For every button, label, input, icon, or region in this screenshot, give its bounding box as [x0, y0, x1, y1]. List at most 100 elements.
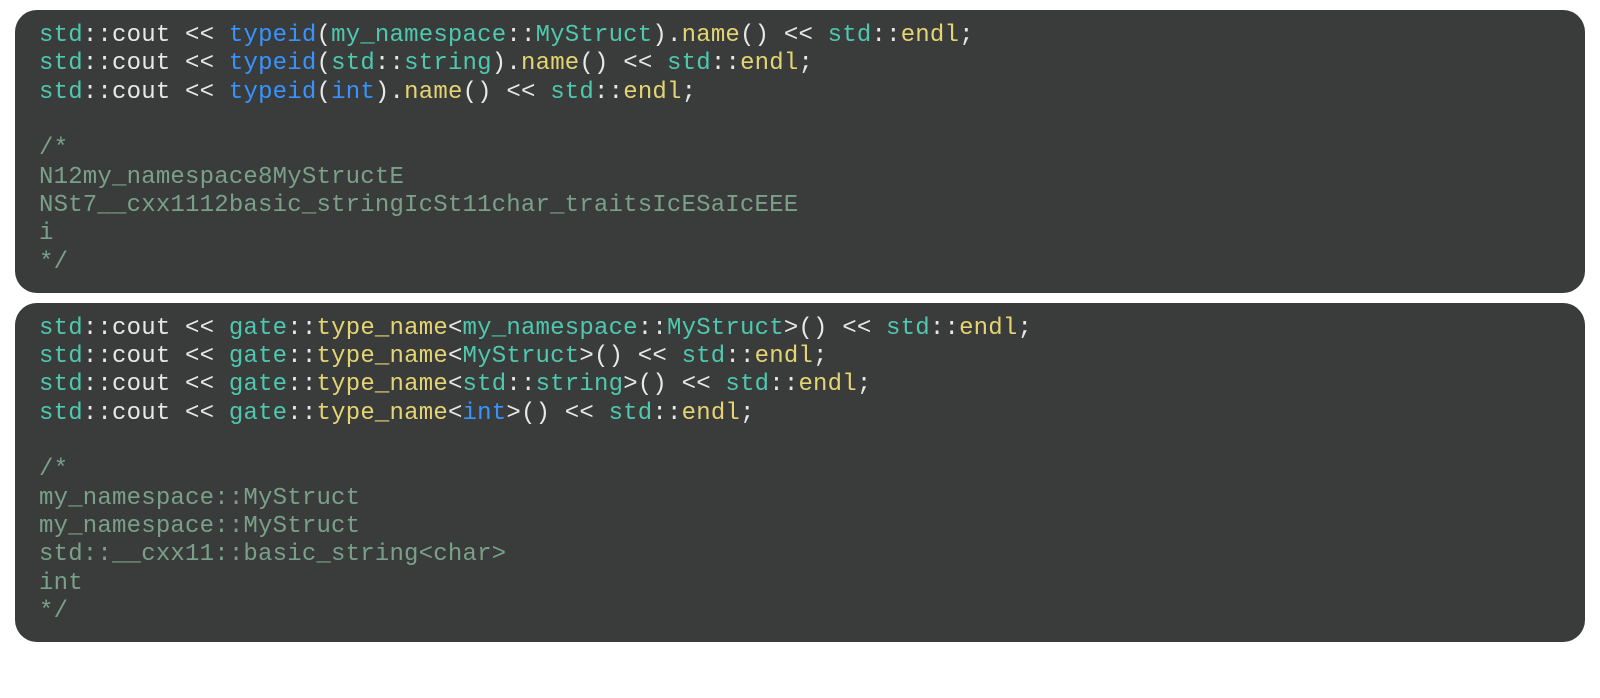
ident-token: cout: [112, 400, 170, 427]
op-token: ::: [83, 50, 112, 77]
ns-token: std: [609, 400, 653, 427]
op-token: >() <<: [623, 371, 725, 398]
ns-token: gate: [229, 371, 287, 398]
code-line: std::cout << gate::type_name<my_namespac…: [39, 315, 1032, 342]
paren-token: ).: [652, 22, 681, 49]
op-token: ::: [506, 371, 535, 398]
code-line: std::cout << gate::type_name<MyStruct>()…: [39, 343, 828, 370]
type-token: int: [331, 79, 375, 106]
semi-token: ;: [682, 79, 697, 106]
op-token: <<: [170, 343, 228, 370]
ns-token: std: [39, 315, 83, 342]
ns-token: std: [39, 22, 83, 49]
ident-token: cout: [112, 315, 170, 342]
keyword-token: typeid: [229, 50, 317, 77]
keyword-token: typeid: [229, 79, 317, 106]
op-token: ::: [287, 371, 316, 398]
angle-token: <: [448, 315, 463, 342]
op-token: ::: [83, 79, 112, 106]
type-token: MyStruct: [463, 343, 580, 370]
code-block-typeid: std::cout << typeid(my_namespace::MyStru…: [15, 10, 1585, 293]
func-token: name: [404, 79, 462, 106]
op-token: ::: [375, 50, 404, 77]
op-token: >() <<: [579, 343, 681, 370]
ns-token: std: [682, 343, 726, 370]
comment-block: /* my_namespace::MyStruct my_namespace::…: [39, 456, 506, 625]
type-token: string: [536, 371, 624, 398]
ns-token: std: [667, 50, 711, 77]
comment-block: /* N12my_namespace8MyStructE NSt7__cxx11…: [39, 135, 798, 275]
op-token: ::: [638, 315, 667, 342]
code-line: std::cout << typeid(std::string).name() …: [39, 50, 813, 77]
ident-token: cout: [112, 79, 170, 106]
ns-token: std: [39, 400, 83, 427]
ident-token: endl: [682, 400, 740, 427]
op-token: >() <<: [506, 400, 608, 427]
semi-token: ;: [1018, 315, 1033, 342]
func-token: name: [682, 22, 740, 49]
op-token: ::: [83, 371, 112, 398]
op-token: <<: [170, 315, 228, 342]
op-token: >() <<: [784, 315, 886, 342]
semi-token: ;: [857, 371, 872, 398]
op-token: ::: [769, 371, 798, 398]
op-token: ::: [711, 50, 740, 77]
op-token: ::: [930, 315, 959, 342]
op-token: ::: [83, 400, 112, 427]
keyword-token: typeid: [229, 22, 317, 49]
angle-token: <: [448, 343, 463, 370]
op-token: <<: [170, 400, 228, 427]
ns-token: std: [39, 50, 83, 77]
func-token: type_name: [317, 343, 448, 370]
paren-token: ).: [375, 79, 404, 106]
op-token: () <<: [740, 22, 828, 49]
ns-token: std: [725, 371, 769, 398]
type-token: MyStruct: [536, 22, 653, 49]
ident-token: endl: [798, 371, 856, 398]
ns-token: gate: [229, 343, 287, 370]
paren-token: (: [317, 50, 332, 77]
semi-token: ;: [813, 343, 828, 370]
code-block-type-name: std::cout << gate::type_name<my_namespac…: [15, 303, 1585, 642]
code-line: std::cout << gate::type_name<std::string…: [39, 371, 871, 398]
ns-token: std: [39, 79, 83, 106]
op-token: ::: [652, 400, 681, 427]
paren-token: ).: [492, 50, 521, 77]
op-token: ::: [287, 400, 316, 427]
op-token: <<: [170, 371, 228, 398]
ident-token: endl: [755, 343, 813, 370]
func-token: type_name: [317, 315, 448, 342]
ns-token: gate: [229, 400, 287, 427]
ns-token: std: [331, 50, 375, 77]
func-token: name: [521, 50, 579, 77]
ident-token: endl: [959, 315, 1017, 342]
ns-token: gate: [229, 315, 287, 342]
ns-token: std: [828, 22, 872, 49]
paren-token: (: [317, 22, 332, 49]
ns-token: std: [886, 315, 930, 342]
semi-token: ;: [798, 50, 813, 77]
ident-token: cout: [112, 371, 170, 398]
op-token: () <<: [463, 79, 551, 106]
ident-token: cout: [112, 343, 170, 370]
op-token: ::: [287, 315, 316, 342]
op-token: <<: [170, 22, 228, 49]
code-line: std::cout << typeid(my_namespace::MyStru…: [39, 22, 974, 49]
code-line: std::cout << gate::type_name<int>() << s…: [39, 400, 755, 427]
func-token: type_name: [317, 400, 448, 427]
ident-token: cout: [112, 50, 170, 77]
ns-token: my_namespace: [331, 22, 506, 49]
ident-token: endl: [901, 22, 959, 49]
ns-token: std: [550, 79, 594, 106]
op-token: <<: [170, 50, 228, 77]
semi-token: ;: [740, 400, 755, 427]
op-token: ::: [871, 22, 900, 49]
op-token: ::: [725, 343, 754, 370]
ns-token: std: [39, 371, 83, 398]
ident-token: cout: [112, 22, 170, 49]
type-token: string: [404, 50, 492, 77]
paren-token: (: [317, 79, 332, 106]
ns-token: std: [463, 371, 507, 398]
op-token: ::: [287, 343, 316, 370]
op-token: ::: [83, 22, 112, 49]
